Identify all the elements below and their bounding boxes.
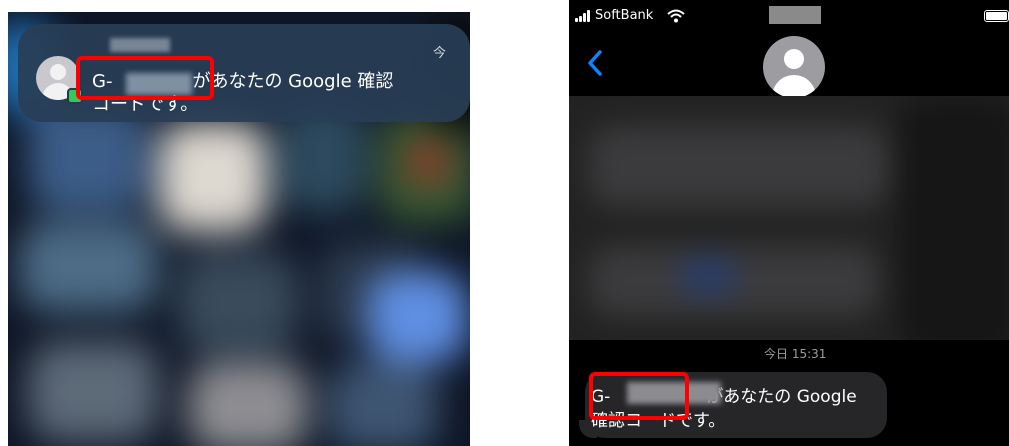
back-button[interactable]	[583, 48, 607, 78]
message-date-label: 今日 15:31	[764, 347, 827, 361]
contact-avatar-icon[interactable]	[763, 36, 825, 98]
chevron-left-icon	[588, 50, 602, 76]
highlight-box	[76, 56, 214, 100]
lock-screen-panel: 今 G- があなたの Google 確認 コードです。	[8, 12, 470, 446]
wifi-icon	[667, 9, 685, 23]
notification-text-suffix: があなたの Google 確認	[192, 71, 394, 92]
carrier-name: SoftBank	[595, 8, 654, 23]
status-bar: SoftBank	[569, 0, 1009, 30]
sender-name-redacted	[110, 38, 170, 52]
battery-icon	[984, 10, 1009, 22]
highlight-box	[589, 372, 689, 420]
clock-redacted	[769, 6, 821, 24]
notification-time: 今	[433, 46, 447, 61]
message-text-suffix: があなたの Google	[706, 387, 857, 407]
blurred-messages-history	[569, 96, 1009, 340]
signal-icon	[575, 10, 597, 22]
messages-panel: SoftBank 今日 15:31 G- があなたの Google 確認コードです…	[569, 0, 1009, 446]
